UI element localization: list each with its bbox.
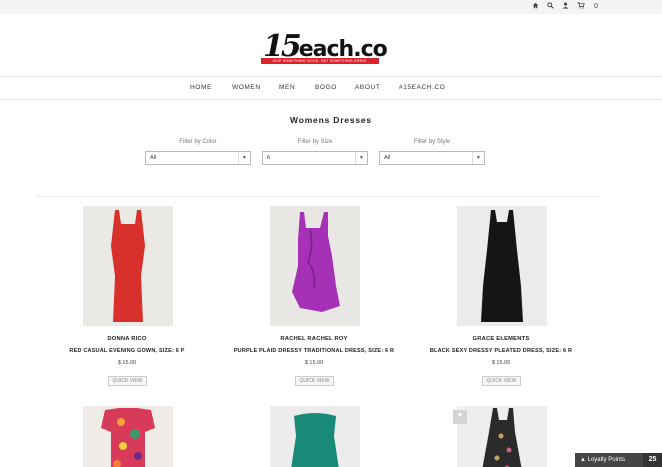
section-divider	[36, 196, 598, 197]
chevron-up-icon: ▲	[580, 457, 588, 463]
asterisk-icon[interactable]: *	[453, 410, 467, 424]
loyalty-points-count: 25	[643, 453, 662, 467]
page: 0 15each.co GIVE SOMETHING GOOD. GET SOM…	[0, 0, 662, 467]
product-brand[interactable]: DONNA RICO	[37, 336, 217, 342]
product-brand[interactable]: RACHEL RACHEL ROY	[224, 336, 404, 342]
product-title[interactable]: PURPLE PLAID DRESSY TRADITIONAL DRESS, S…	[224, 348, 404, 354]
product-image[interactable]	[457, 206, 547, 326]
quick-view-button[interactable]: QUICK VIEW	[482, 376, 521, 386]
chevron-down-icon: ▼	[238, 152, 250, 164]
nav-item-15each[interactable]: #15EACH.CO	[399, 84, 445, 91]
nav-item-men[interactable]: MEN	[279, 84, 295, 91]
filter-style-select[interactable]: All ▼	[379, 151, 485, 165]
home-icon[interactable]	[532, 2, 539, 11]
filter-color: Filter by Color All ▼	[145, 139, 251, 165]
quick-view-button[interactable]: QUICK VIEW	[295, 376, 334, 386]
product-brand[interactable]: GRACE ELEMENTS	[411, 336, 591, 342]
page-title: Womens Dresses	[290, 115, 372, 125]
filter-color-select[interactable]: All ▼	[145, 151, 251, 165]
filter-size-label: Filter by Size	[297, 139, 333, 145]
product-price: $ 15.00	[491, 360, 511, 366]
filter-color-label: Filter by Color	[179, 139, 217, 145]
product-image[interactable]	[457, 406, 547, 467]
quick-view-button[interactable]: QUICK VIEW	[108, 376, 147, 386]
filter-size-select[interactable]: 6 ▼	[262, 151, 368, 165]
loyalty-label: Loyalty Points	[587, 457, 625, 463]
filter-style-label: Filter by Style	[413, 139, 451, 145]
cart-icon[interactable]	[577, 2, 585, 11]
nav-item-home[interactable]: HOME	[190, 84, 212, 91]
filter-style: Filter by Style All ▼	[379, 139, 485, 165]
product-image[interactable]	[83, 406, 173, 467]
logo-tagline: GIVE SOMETHING GOOD. GET SOMETHING GREAT…	[261, 58, 379, 64]
product-image[interactable]	[270, 206, 360, 326]
product-title[interactable]: BLACK SEXY DRESSY PLEATED DRESS, SIZE: 6…	[411, 348, 591, 354]
nav-item-women[interactable]: WOMEN	[232, 84, 261, 91]
nav-item-about[interactable]: ABOUT	[355, 84, 380, 91]
nav-item-bogo[interactable]: BOGO	[315, 84, 337, 91]
product-image[interactable]	[83, 206, 173, 326]
cart-count: 0	[594, 3, 598, 10]
product-price: $ 15.00	[117, 360, 137, 366]
chevron-down-icon: ▼	[472, 152, 484, 164]
site-logo[interactable]: 15each.co GIVE SOMETHING GOOD. GET SOMET…	[261, 29, 388, 69]
main-nav: HOME WOMEN MEN BOGO ABOUT #15EACH.CO	[0, 76, 662, 100]
product-title[interactable]: RED CASUAL EVENING GOWN, SIZE: 6 P	[37, 348, 217, 354]
chevron-down-icon: ▼	[355, 152, 367, 164]
user-icon[interactable]	[562, 2, 569, 11]
product-price: $ 15.00	[304, 360, 324, 366]
utility-bar: 0	[0, 0, 662, 14]
loyalty-points-widget[interactable]: ▲ Loyalty Points 25	[575, 453, 662, 467]
filter-size: Filter by Size 6 ▼	[262, 139, 368, 165]
utility-icons: 0	[532, 2, 598, 11]
search-icon[interactable]	[547, 2, 554, 11]
product-image[interactable]	[270, 406, 360, 467]
